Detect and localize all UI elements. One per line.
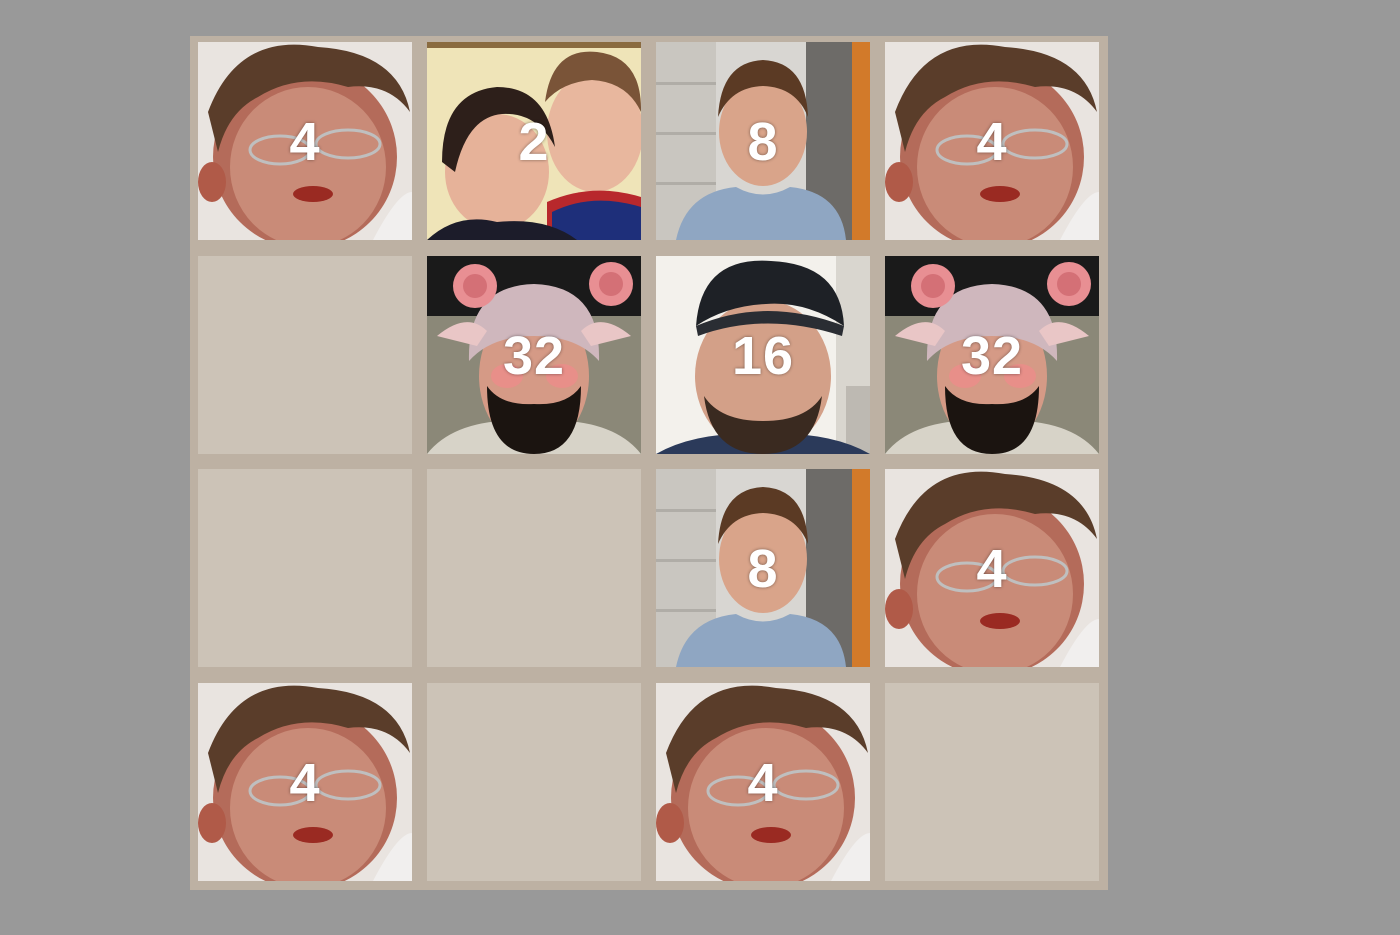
empty-cell — [427, 683, 641, 881]
tile-value: 4 — [289, 753, 321, 813]
empty-cell — [198, 256, 412, 454]
empty-cell — [427, 469, 641, 667]
game-tile: 4 — [198, 683, 412, 881]
game-tile: 4 — [656, 683, 870, 881]
tile-value: 4 — [289, 112, 321, 172]
tile-value: 4 — [976, 539, 1008, 599]
game-tile: 4 — [885, 469, 1099, 667]
empty-cell — [885, 683, 1099, 881]
game-page: 4 2 8 4 32 16 32 8 4 4 4 — [0, 0, 1400, 935]
tile-value: 8 — [747, 539, 779, 599]
game-tile: 32 — [885, 256, 1099, 454]
game-tile: 32 — [427, 256, 641, 454]
game-tile: 2 — [427, 42, 641, 240]
tile-value: 4 — [976, 112, 1008, 172]
tile-value: 4 — [747, 753, 779, 813]
tile-value: 2 — [518, 112, 550, 172]
tile-value: 16 — [731, 326, 795, 386]
empty-cell — [198, 469, 412, 667]
tile-value: 8 — [747, 112, 779, 172]
game-board[interactable]: 4 2 8 4 32 16 32 8 4 4 4 — [190, 36, 1108, 890]
game-tile: 8 — [656, 469, 870, 667]
tile-value: 32 — [960, 326, 1024, 386]
game-tile: 8 — [656, 42, 870, 240]
tile-value: 32 — [502, 326, 566, 386]
game-tile: 4 — [885, 42, 1099, 240]
game-tile: 4 — [198, 42, 412, 240]
game-tile: 16 — [656, 256, 870, 454]
